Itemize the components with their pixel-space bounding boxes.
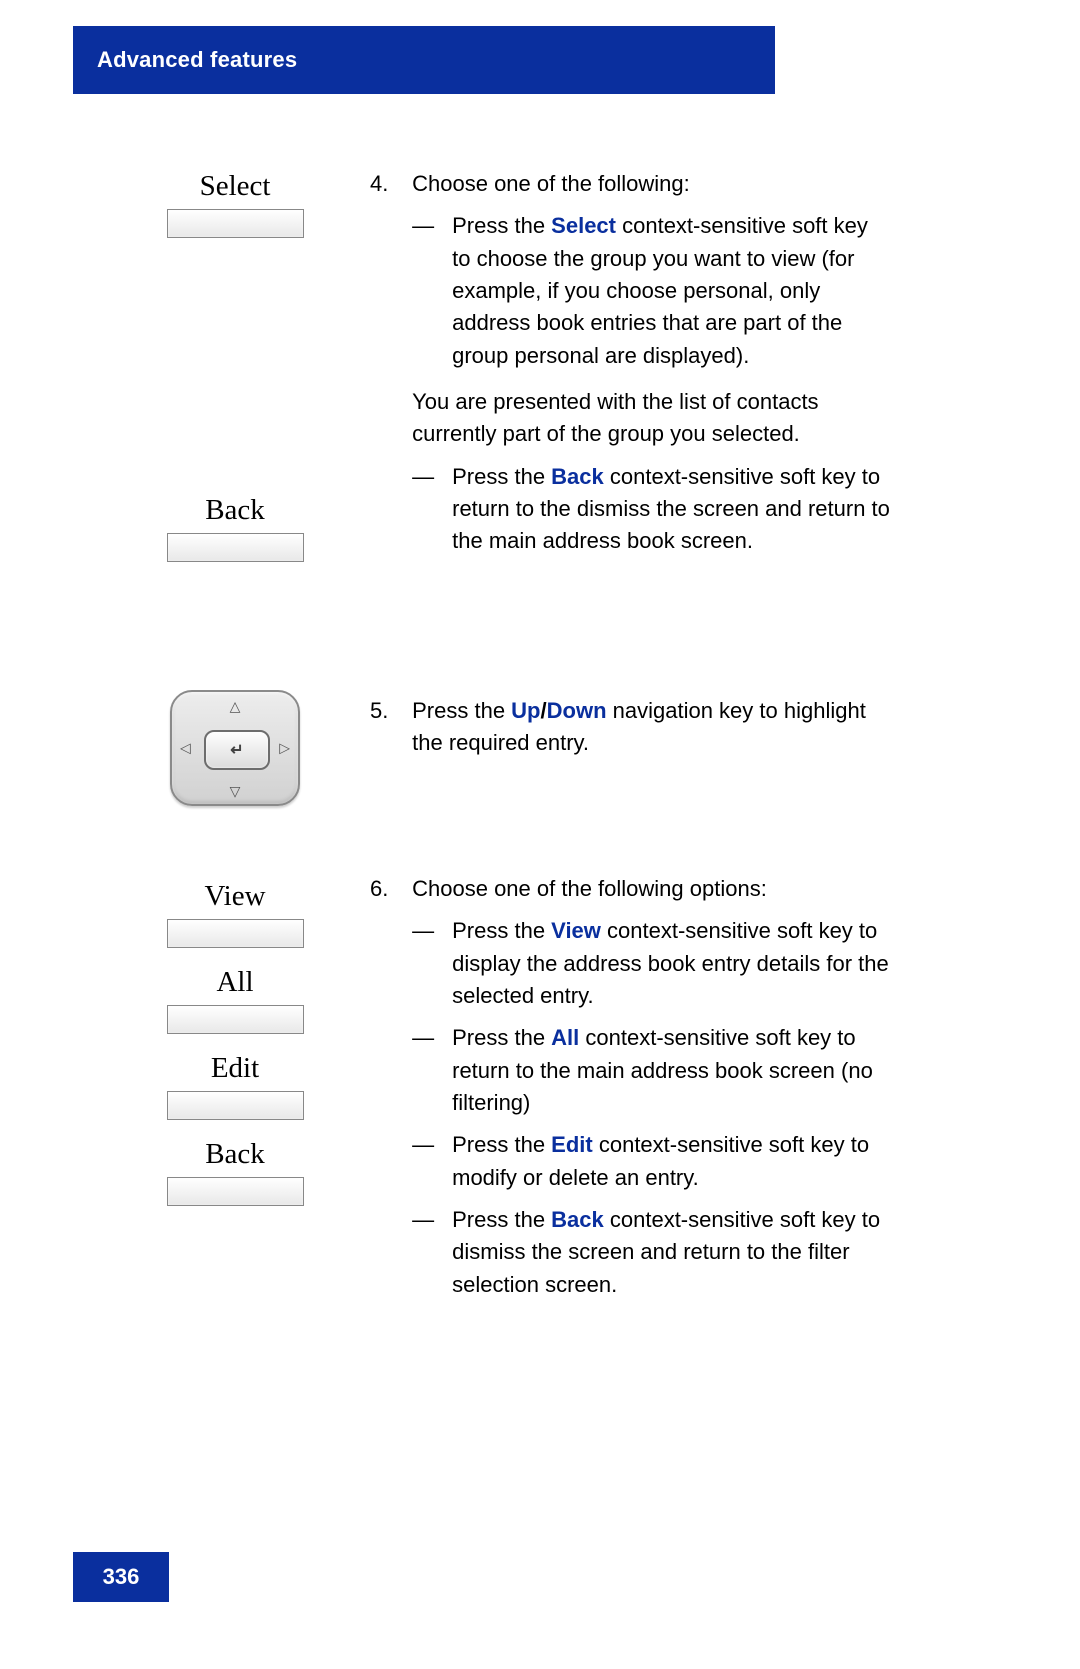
softkey-group-step6: View All Edit Back (130, 880, 340, 1224)
text: Press the (452, 918, 551, 943)
keyword-back: Back (551, 464, 604, 489)
page-number-badge: 336 (73, 1552, 169, 1602)
keyword-all: All (551, 1025, 579, 1050)
step-5: 5. Press the Up/Down navigation key to h… (370, 695, 900, 760)
softkey-button-select[interactable] (167, 209, 304, 238)
softkey-label-select: Select (130, 170, 340, 203)
softkey-button-back2[interactable] (167, 1177, 304, 1206)
softkey-button-back[interactable] (167, 533, 304, 562)
navpad-block: △ ▽ ◁ ▷ ↵ (130, 690, 340, 806)
keyword-select: Select (551, 213, 616, 238)
step-body: Press the Up/Down navigation key to high… (412, 695, 892, 760)
keyword-up: Up (511, 698, 540, 723)
step-number: 5. (370, 695, 406, 727)
bullet-select: Press the Select context-sensitive soft … (412, 210, 892, 372)
softkey-label-back2: Back (130, 1138, 340, 1171)
step-body: Choose one of the following: Press the S… (412, 168, 892, 558)
keyword-edit: Edit (551, 1132, 593, 1157)
section-header: Advanced features (73, 26, 775, 94)
arrow-left-icon: ◁ (180, 740, 191, 757)
step-intro: Choose one of the following: (412, 171, 690, 196)
step-number: 6. (370, 873, 406, 905)
text: Press the (452, 1132, 551, 1157)
page-number: 336 (103, 1564, 140, 1590)
step-intro: Choose one of the following options: (412, 876, 767, 901)
step-number: 4. (370, 168, 406, 200)
softkey-label-edit: Edit (130, 1052, 340, 1085)
softkey-button-all[interactable] (167, 1005, 304, 1034)
text: Press the (452, 1025, 551, 1050)
enter-icon: ↵ (230, 740, 243, 760)
bullet-back: Press the Back context-sensitive soft ke… (412, 461, 892, 558)
softkey-label-all: All (130, 966, 340, 999)
bullet-edit: Press the Edit context-sensitive soft ke… (412, 1129, 892, 1194)
softkey-button-view[interactable] (167, 919, 304, 948)
mid-paragraph: You are presented with the list of conta… (412, 386, 892, 451)
navpad-enter-button[interactable]: ↵ (204, 730, 270, 770)
text: Press the (452, 464, 551, 489)
section-header-title: Advanced features (97, 47, 297, 73)
text: Press the (452, 1207, 551, 1232)
softkey-label-back: Back (130, 494, 340, 527)
navigation-pad-icon[interactable]: △ ▽ ◁ ▷ ↵ (170, 690, 300, 806)
arrow-up-icon: △ (230, 698, 241, 715)
bullet-view: Press the View context-sensitive soft ke… (412, 915, 892, 1012)
document-page: Advanced features Select Back 4. Choose … (0, 0, 1080, 1669)
arrow-right-icon: ▷ (279, 740, 290, 757)
keyword-down: Down (547, 698, 607, 723)
text: Press the (412, 698, 511, 723)
softkey-back-block: Back (130, 494, 340, 580)
keyword-view: View (551, 918, 601, 943)
arrow-down-icon: ▽ (230, 783, 241, 800)
step-6: 6. Choose one of the following options: … (370, 873, 900, 1301)
step-4: 4. Choose one of the following: Press th… (370, 168, 900, 558)
softkey-select-block: Select (130, 170, 340, 256)
softkey-label-view: View (130, 880, 340, 913)
bullet-back: Press the Back context-sensitive soft ke… (412, 1204, 892, 1301)
bullet-all: Press the All context-sensitive soft key… (412, 1022, 892, 1119)
keyword-back2: Back (551, 1207, 604, 1232)
softkey-button-edit[interactable] (167, 1091, 304, 1120)
step-body: Choose one of the following options: Pre… (412, 873, 892, 1301)
text: Press the (452, 213, 551, 238)
